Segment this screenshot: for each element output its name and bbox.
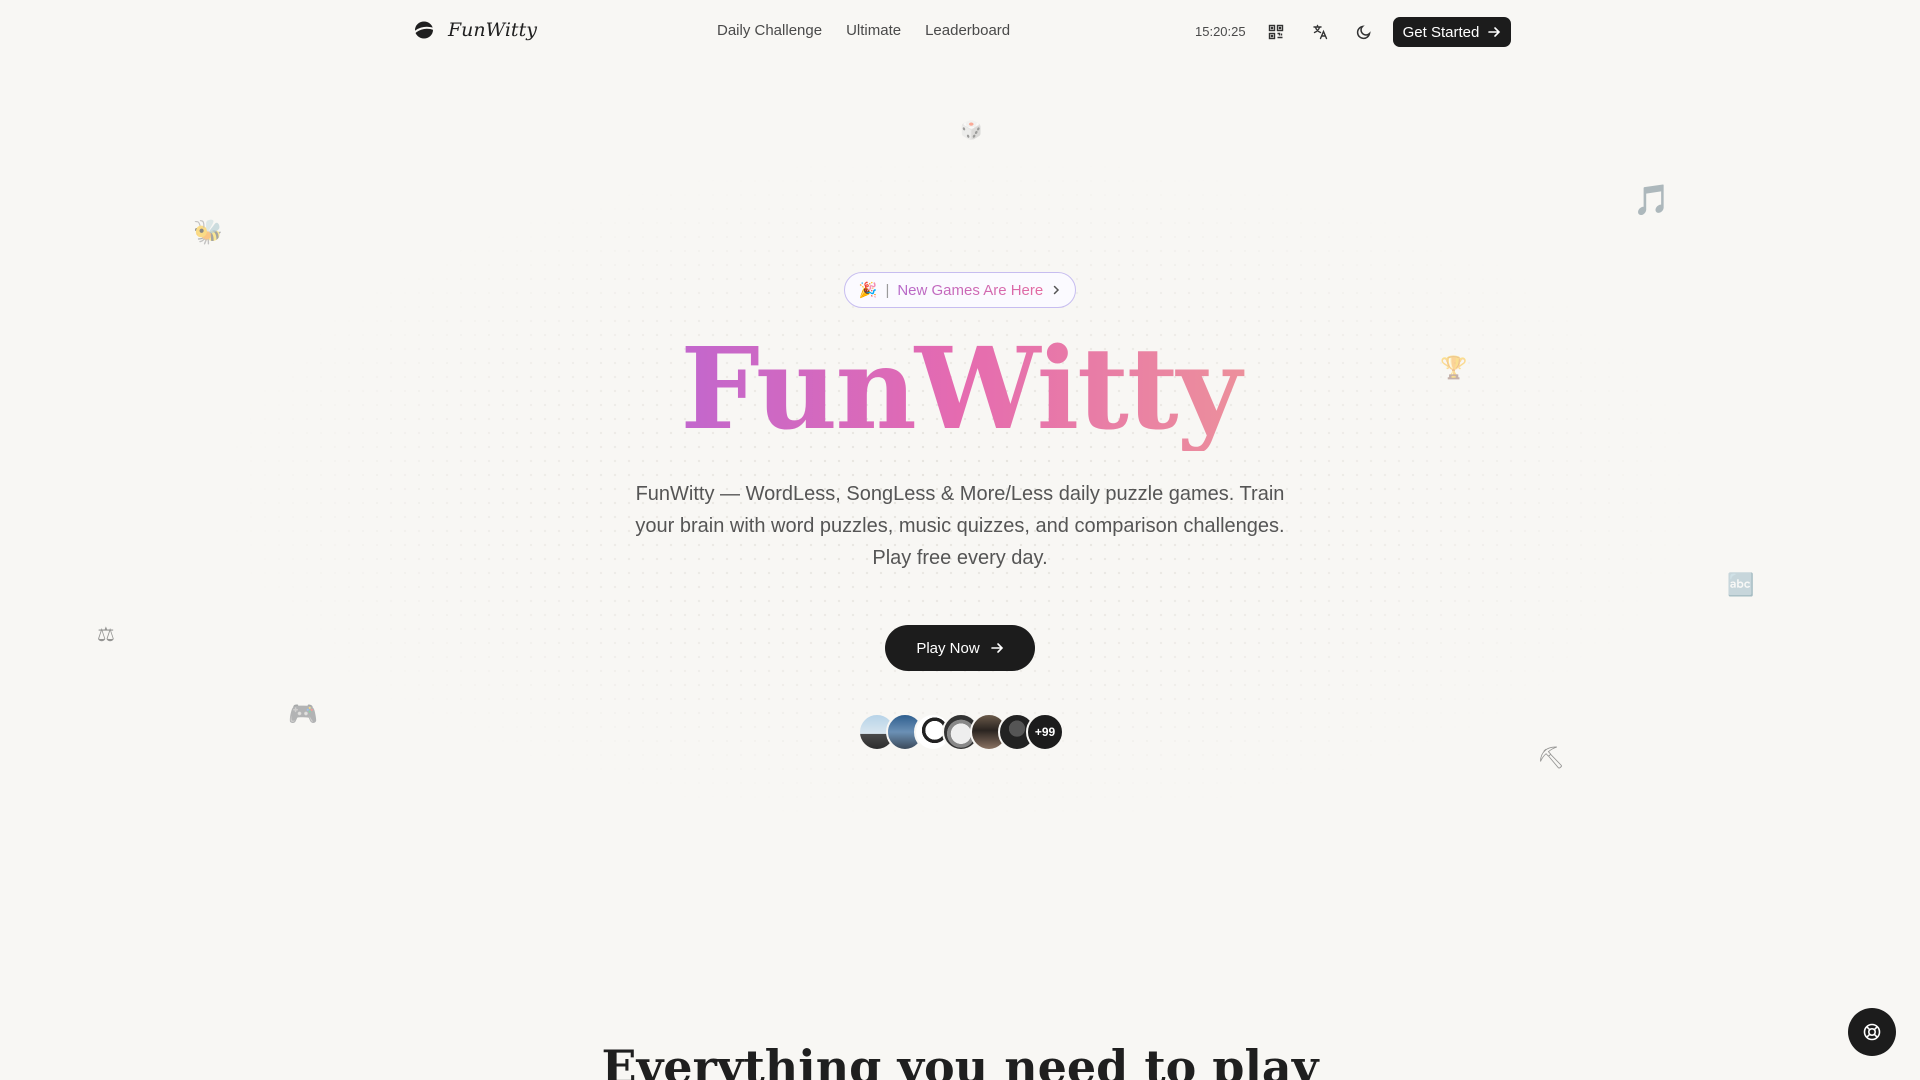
- dice-icon: 🎲: [960, 120, 983, 140]
- qr-code-icon[interactable]: [1264, 20, 1288, 44]
- new-games-badge[interactable]: 🎉 | New Games Are Here: [844, 272, 1076, 308]
- help-button[interactable]: [1848, 1008, 1896, 1056]
- translate-icon[interactable]: [1308, 20, 1332, 44]
- logo-text: FunWitty: [448, 19, 537, 41]
- music-note-icon: 🎵: [1633, 184, 1671, 217]
- nav-daily-challenge[interactable]: Daily Challenge: [717, 22, 822, 39]
- nav-ultimate[interactable]: Ultimate: [846, 22, 901, 39]
- get-started-label: Get Started: [1402, 23, 1480, 41]
- party-icon: 🎉: [858, 282, 878, 299]
- hero-title: FunWitty: [0, 328, 1920, 451]
- badge-text: New Games Are Here: [897, 281, 1044, 299]
- hero-subtitle: FunWitty — WordLess, SongLess & More/Les…: [635, 483, 1285, 569]
- arrow-right-icon: [1488, 27, 1501, 37]
- nav-leaderboard[interactable]: Leaderboard: [925, 22, 1010, 39]
- logo-icon: [413, 21, 435, 39]
- play-now-label: Play Now: [916, 639, 980, 657]
- badge-separator: |: [885, 281, 890, 299]
- player-avatars: +99: [858, 713, 1064, 751]
- gamepad-icon: 🎮: [288, 701, 318, 728]
- scale-icon: ⚖: [97, 624, 115, 646]
- chevron-right-icon: [1051, 282, 1061, 298]
- clock: 15:20:25: [1195, 24, 1246, 39]
- site-header: FunWitty Daily Challenge Ultimate Leader…: [0, 0, 1920, 64]
- moon-icon[interactable]: [1352, 20, 1376, 44]
- avatar-more-count: +99: [1026, 713, 1064, 751]
- bee-icon: 🐝: [193, 219, 223, 246]
- main-nav: Daily Challenge Ultimate Leaderboard: [717, 22, 1010, 39]
- logo[interactable]: FunWitty: [412, 18, 537, 42]
- lifebuoy-icon: [1863, 1023, 1881, 1041]
- get-started-button[interactable]: Get Started: [1393, 17, 1511, 47]
- pickaxe-icon: ⛏: [1537, 745, 1565, 770]
- features-section-title: Everything you need to play: [601, 1040, 1319, 1080]
- abc-icon: 🔤: [1727, 572, 1755, 597]
- arrow-right-icon: [990, 643, 1003, 653]
- play-now-button[interactable]: Play Now: [885, 625, 1035, 671]
